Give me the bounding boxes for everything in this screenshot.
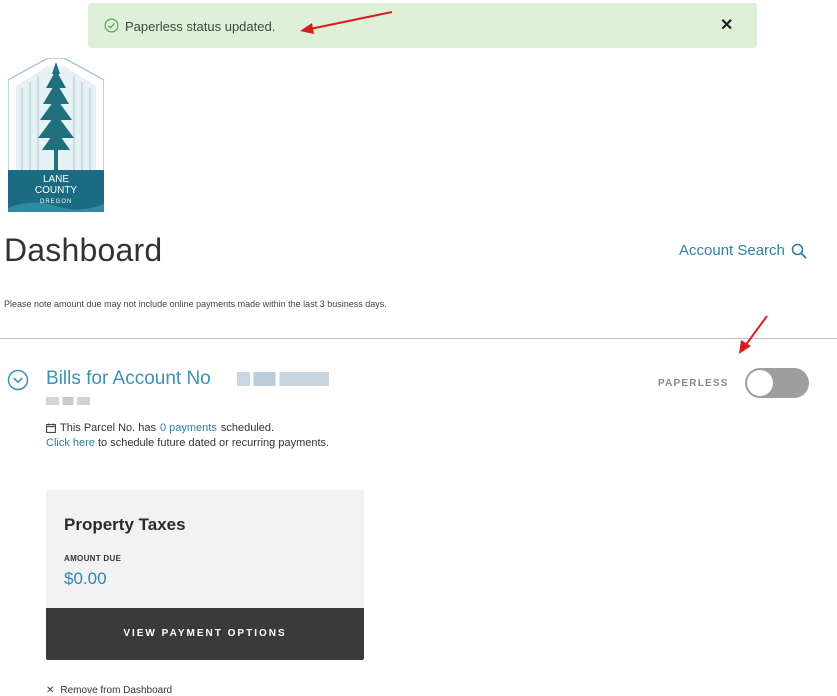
- sched-suffix: scheduled.: [220, 422, 275, 434]
- page-title: Dashboard: [4, 232, 163, 268]
- scheduled-payments-link[interactable]: 0 payments: [160, 422, 217, 434]
- success-toast: Paperless status updated. ✕: [88, 3, 757, 48]
- redacted-parcel-number: [46, 397, 90, 405]
- click-here-link[interactable]: Click here: [46, 437, 95, 449]
- property-taxes-card: Property Taxes AMOUNT DUE $0.00 VIEW PAY…: [46, 490, 364, 660]
- paperless-label: PAPERLESS: [658, 378, 729, 389]
- annotation-arrow-icon: [739, 315, 768, 354]
- account-search-label: Account Search: [679, 242, 785, 259]
- logo-line1: LANE: [43, 174, 69, 185]
- view-payment-options-button[interactable]: VIEW PAYMENT OPTIONS: [46, 608, 364, 660]
- account-search-link[interactable]: Account Search: [679, 242, 807, 259]
- toggle-knob: [747, 370, 773, 396]
- paperless-toggle[interactable]: [745, 368, 809, 398]
- divider: [0, 338, 837, 339]
- annotation-arrow-icon: [300, 11, 393, 34]
- payment-note: Please note amount due may not include o…: [4, 299, 387, 309]
- close-icon: ✕: [46, 685, 55, 696]
- schedule-future-text: Click here to schedule future dated or r…: [46, 437, 329, 449]
- chevron-down-circle-icon[interactable]: [7, 369, 29, 391]
- amount-due-value: $0.00: [64, 569, 107, 588]
- redacted-account-number: [237, 372, 329, 386]
- click-suffix: to schedule future dated or recurring pa…: [97, 437, 330, 449]
- check-circle-icon: [104, 18, 119, 33]
- bills-account-title[interactable]: Bills for Account No: [46, 368, 211, 390]
- scheduled-payments-text: This Parcel No. has 0 payments scheduled…: [46, 422, 274, 434]
- lane-county-logo: LANE COUNTY OREGON: [8, 58, 104, 212]
- close-icon[interactable]: ✕: [720, 18, 733, 34]
- remove-label: Remove from Dashboard: [60, 685, 173, 696]
- toast-message: Paperless status updated.: [125, 19, 276, 34]
- calendar-icon: [46, 423, 56, 433]
- amount-due-label: AMOUNT DUE: [64, 554, 122, 563]
- sched-prefix: This Parcel No. has: [60, 422, 156, 434]
- remove-from-dashboard-link[interactable]: ✕ Remove from Dashboard: [46, 685, 172, 696]
- logo-line3: OREGON: [40, 199, 73, 205]
- logo-line2: COUNTY: [35, 185, 78, 196]
- card-title: Property Taxes: [64, 515, 186, 534]
- search-icon: [791, 243, 807, 259]
